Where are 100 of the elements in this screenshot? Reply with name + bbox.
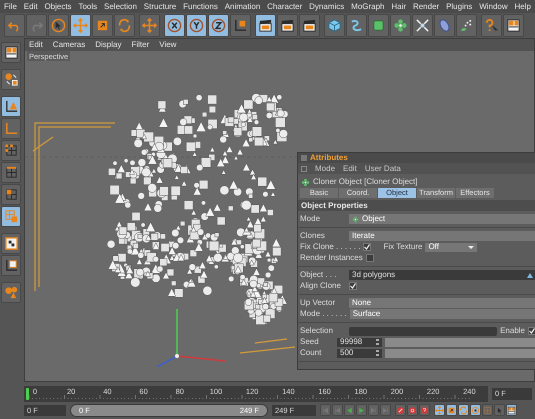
menu-item[interactable]: Animation — [224, 0, 260, 12]
ellipsoid-icon — [437, 18, 452, 33]
tool-button[interactable] — [255, 14, 276, 37]
tool-button[interactable] — [164, 14, 185, 37]
slider-track[interactable] — [385, 338, 535, 346]
objects-icon — [4, 72, 18, 87]
tool-button[interactable] — [1, 140, 21, 161]
menu-item[interactable]: Help — [514, 0, 531, 12]
section-heading: Object Properties — [301, 200, 368, 212]
menu-item[interactable]: Selection — [104, 0, 137, 12]
tool-button[interactable] — [1, 42, 21, 63]
viewport-menu-item[interactable]: Cameras — [52, 39, 86, 51]
scale-icon — [95, 18, 110, 33]
dropdown-field[interactable]: Off — [425, 242, 478, 252]
tool-button[interactable] — [48, 14, 69, 37]
menu-item[interactable]: MoGraph — [351, 0, 385, 12]
menu-item[interactable]: User Data — [364, 162, 401, 174]
dropdown-field[interactable]: Object — [349, 214, 535, 224]
viewport-menu-item[interactable]: View — [159, 39, 176, 51]
tool-button[interactable] — [412, 14, 433, 37]
arrows-icon — [415, 18, 430, 33]
menu-item[interactable]: Structure — [144, 0, 176, 12]
field-label: Render Instances — [300, 252, 363, 264]
tool-button[interactable] — [230, 14, 251, 37]
menu-item[interactable]: Edit — [343, 162, 357, 174]
slider-track[interactable] — [385, 348, 535, 358]
menu-item[interactable]: Character — [267, 0, 302, 12]
flower-icon — [393, 18, 408, 33]
object-name: Cloner Object [Cloner Object] — [313, 176, 418, 188]
model-icon — [4, 99, 18, 114]
skip-end-icon — [381, 406, 390, 414]
checkbox[interactable] — [366, 254, 374, 262]
tool-button[interactable] — [299, 14, 320, 37]
spline-icon — [349, 18, 364, 33]
number-field[interactable]: 99998 — [337, 338, 382, 346]
tool-button[interactable] — [503, 14, 524, 37]
layout-icon — [507, 406, 516, 414]
menu-item[interactable]: Plugins — [446, 0, 472, 12]
menu-item[interactable]: Functions — [183, 0, 218, 12]
rotate-icon — [459, 406, 468, 414]
field-label: Clones — [300, 230, 326, 242]
scale-icon — [447, 406, 456, 414]
tool-button[interactable] — [470, 404, 481, 416]
layout-icon — [4, 45, 18, 60]
clapperboard-icon — [258, 18, 273, 33]
field-label: Selection — [300, 325, 334, 337]
move-icon — [435, 406, 444, 414]
checkbox[interactable] — [528, 327, 535, 335]
rounded-cube-icon — [371, 18, 386, 33]
clapperboard-icon — [302, 18, 317, 33]
tool-button[interactable] — [506, 404, 517, 416]
viewport-menu-item[interactable]: Display — [95, 39, 122, 51]
field-label: Object . . . — [300, 269, 338, 281]
dropdown-field[interactable]: None — [349, 298, 535, 308]
checkbox[interactable] — [363, 243, 372, 251]
dropdown-field[interactable]: Surface — [350, 309, 535, 319]
points-icon — [4, 143, 18, 158]
link-field[interactable]: 3d polygons — [349, 270, 535, 280]
checkbox[interactable] — [349, 282, 357, 290]
playhead-icon[interactable] — [26, 388, 29, 400]
cube-icon — [327, 18, 342, 33]
play-icon — [357, 406, 366, 414]
viewport-menu-item[interactable]: Filter — [131, 39, 150, 51]
menu-item[interactable]: Dynamics — [309, 0, 344, 12]
panel-toggle-icon[interactable] — [301, 155, 307, 161]
menu-item[interactable]: Tools — [78, 0, 98, 12]
tool-button[interactable] — [1, 69, 21, 90]
menu-item[interactable]: Edit — [24, 0, 38, 12]
viewport-menu-item[interactable]: Edit — [29, 39, 43, 51]
text-field[interactable] — [349, 326, 498, 336]
menu-item[interactable]: Hair — [391, 0, 406, 12]
menu-item[interactable]: Objects — [44, 0, 72, 12]
tool-button[interactable] — [1, 255, 21, 276]
play-reverse-icon — [345, 406, 354, 414]
record-icon — [396, 406, 405, 414]
grid-icon — [483, 406, 492, 414]
tool-button[interactable] — [1, 162, 21, 183]
menu-item[interactable]: Window — [479, 0, 508, 12]
field-label: Fix Texture — [383, 241, 422, 253]
tool-button[interactable] — [186, 14, 207, 37]
dropdown-field[interactable]: Iterate — [349, 231, 535, 241]
tool-button[interactable] — [277, 14, 298, 37]
tool-button[interactable] — [208, 14, 229, 37]
flower-icon — [301, 178, 310, 186]
tool-button[interactable] — [395, 404, 406, 416]
menu-item[interactable]: Render — [412, 0, 440, 12]
z-axis-icon — [211, 18, 226, 33]
menu-item[interactable]: Mode — [315, 162, 336, 174]
tool-button[interactable] — [1, 184, 21, 205]
tool-button[interactable] — [1, 233, 21, 254]
checker-icon — [4, 236, 18, 251]
autokey-icon — [408, 406, 417, 414]
number-field[interactable]: 500 — [337, 348, 382, 358]
edges-icon — [4, 165, 18, 180]
step-back-icon — [333, 406, 342, 414]
tool-button[interactable] — [407, 404, 418, 416]
caret-icon — [468, 246, 474, 248]
menu-item[interactable]: File — [4, 0, 17, 12]
tool-button[interactable] — [1, 96, 21, 117]
field-label: Enable — [500, 325, 525, 337]
